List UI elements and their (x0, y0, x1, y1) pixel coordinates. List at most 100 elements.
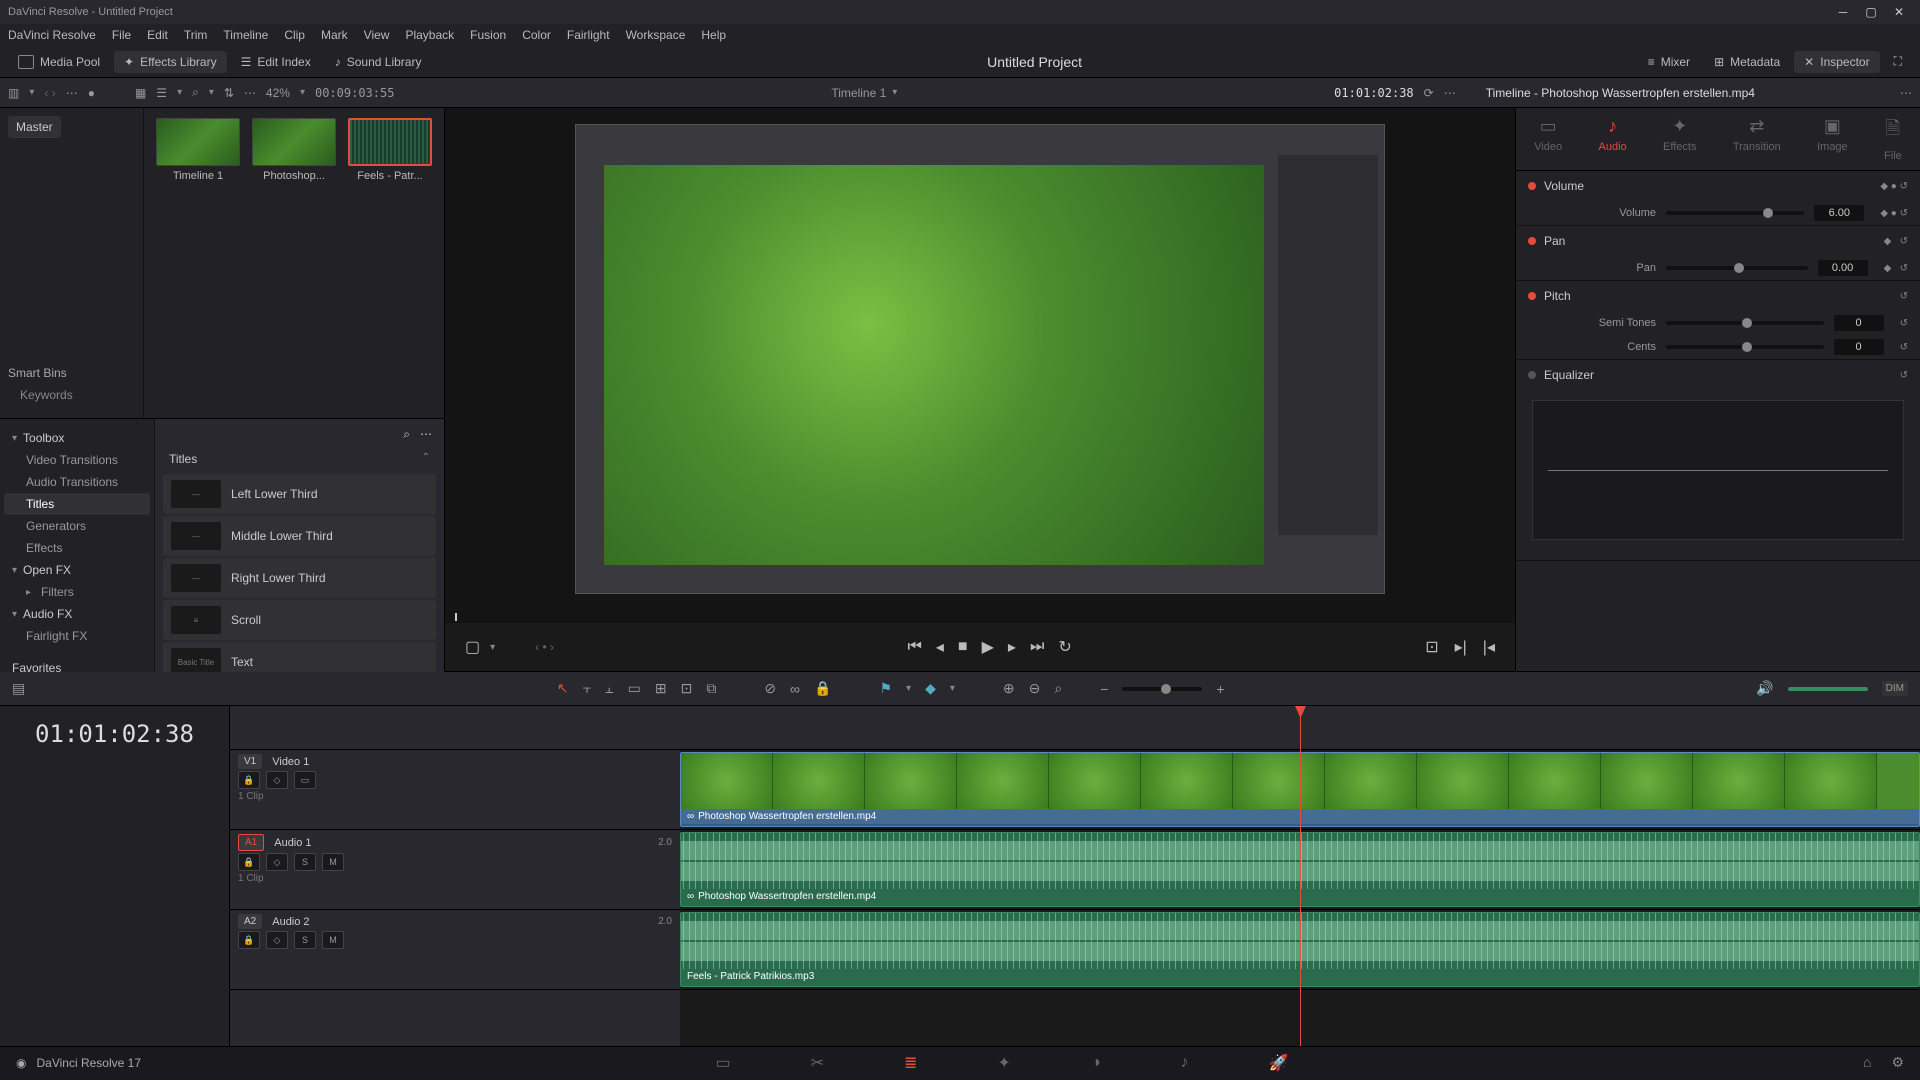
viewer-zoom[interactable]: 42% (266, 86, 290, 100)
mixer-toggle[interactable]: ≡Mixer (1638, 51, 1700, 73)
effects-library-toggle[interactable]: ✦Effects Library (114, 51, 227, 73)
sound-library-toggle[interactable]: ♪Sound Library (325, 51, 432, 73)
stop-button[interactable]: ■ (958, 638, 968, 656)
volume-header[interactable]: Volume◆ ● ↺ (1516, 171, 1920, 201)
play-button[interactable]: ▶ (982, 637, 994, 657)
clip-thumb-timeline[interactable]: Timeline 1 (154, 118, 242, 182)
menu-davinci[interactable]: DaVinci Resolve (8, 28, 96, 42)
smart-bin-keywords[interactable]: Keywords (8, 384, 135, 406)
title-item[interactable]: —Left Lower Third (163, 474, 436, 514)
pitch-header[interactable]: Pitch↺ (1516, 281, 1920, 311)
playhead[interactable] (1300, 706, 1301, 1046)
timeline-timecode[interactable]: 01:01:02:38 (0, 706, 230, 1046)
clip-thumb-audio[interactable]: Feels - Patr... (346, 118, 434, 182)
zoom-tool[interactable]: ⊕ (1003, 680, 1015, 697)
search-icon[interactable]: ⌕ (192, 85, 199, 100)
viewer-canvas[interactable] (445, 108, 1515, 609)
step-back-button[interactable]: ◂ (936, 637, 944, 657)
cents-slider[interactable] (1666, 345, 1824, 349)
menu-trim[interactable]: Trim (184, 28, 208, 42)
fx-cat-titles[interactable]: Titles (4, 493, 150, 515)
equalizer-graph[interactable] (1532, 400, 1904, 540)
chevron-down-icon[interactable]: ▾ (892, 87, 897, 98)
fx-cat-video-transitions[interactable]: Video Transitions (4, 449, 150, 471)
page-fusion[interactable]: ✦ (997, 1053, 1010, 1073)
metadata-toggle[interactable]: ⊞Metadata (1704, 51, 1790, 73)
dots-icon[interactable]: ⋯ (66, 86, 78, 100)
inspector-tab-transition[interactable]: ⇄Transition (1733, 116, 1781, 162)
pan-slider[interactable] (1666, 266, 1808, 270)
dots-icon[interactable]: ⋯ (244, 86, 256, 100)
view-list-icon[interactable]: ☰ (156, 86, 167, 100)
fx-cat-effects[interactable]: Effects (4, 537, 150, 559)
settings-icon[interactable]: ⚙ (1891, 1054, 1904, 1071)
view-grid-icon[interactable]: ▦ (135, 86, 146, 100)
insert-tool[interactable]: ⊞ (655, 680, 667, 697)
zoom-slider[interactable] (1122, 687, 1202, 691)
track-header-v1[interactable]: V1Video 1 🔒◇▭ 1 Clip (230, 750, 680, 830)
fx-cat-filters[interactable]: ▸Filters (4, 581, 150, 603)
solo-button[interactable]: S (294, 853, 316, 871)
lock-icon[interactable]: 🔒 (814, 680, 831, 697)
sync-icon[interactable]: ⟳ (1424, 86, 1434, 100)
page-fairlight[interactable]: ♪ (1181, 1054, 1189, 1072)
clip-thumb-video[interactable]: Photoshop... (250, 118, 338, 182)
home-icon[interactable]: ⌂ (1863, 1054, 1871, 1071)
link-tool[interactable]: ⊘ (764, 680, 776, 697)
search-icon[interactable]: ⌕ (1054, 680, 1062, 697)
match-frame-button[interactable]: ⊡ (1425, 637, 1438, 657)
menu-color[interactable]: Color (522, 28, 551, 42)
step-forward-button[interactable]: ▸ (1008, 637, 1016, 657)
inspector-tab-effects[interactable]: ✦Effects (1663, 116, 1696, 162)
inspector-tab-image[interactable]: ▣Image (1817, 116, 1848, 162)
pan-header[interactable]: Pan◆ ↺ (1516, 226, 1920, 256)
inspector-tab-video[interactable]: ▭Video (1534, 116, 1562, 162)
cents-value[interactable]: 0 (1834, 339, 1884, 355)
dots-icon[interactable]: ⋯ (1444, 86, 1456, 100)
dots-icon[interactable]: ⋯ (420, 427, 432, 442)
flag-icon[interactable]: ⚑ (879, 680, 892, 697)
go-end-button[interactable]: ▸| (1455, 637, 1467, 657)
page-deliver[interactable]: 🚀 (1269, 1053, 1289, 1073)
media-pool-toggle[interactable]: Media Pool (8, 51, 110, 73)
volume-slider[interactable] (1788, 687, 1868, 691)
track-header-a1[interactable]: A1Audio 12.0 🔒◇SM 1 Clip (230, 830, 680, 910)
timeline-options-icon[interactable]: ▤ (12, 680, 25, 697)
menu-timeline[interactable]: Timeline (223, 28, 268, 42)
semitones-value[interactable]: 0 (1834, 315, 1884, 331)
maximize-button[interactable]: ▢ (1858, 2, 1884, 22)
loop-button[interactable]: ↻ (1058, 637, 1071, 657)
title-item[interactable]: —Right Lower Third (163, 558, 436, 598)
menu-file[interactable]: File (112, 28, 131, 42)
menu-help[interactable]: Help (701, 28, 726, 42)
menu-mark[interactable]: Mark (321, 28, 348, 42)
link-icon[interactable]: ∞ (790, 681, 800, 697)
menu-edit[interactable]: Edit (147, 28, 168, 42)
mark-in-icon[interactable]: ▢ (465, 637, 480, 657)
marker-icon[interactable]: ◆ (925, 680, 936, 697)
pan-value[interactable]: 0.00 (1818, 260, 1868, 276)
fx-section-titles[interactable]: Titles⌃ (159, 446, 440, 472)
auto-select-button[interactable]: ◇ (266, 771, 288, 789)
trim-tool[interactable]: ⫟ (583, 680, 591, 697)
fx-cat-audio-transitions[interactable]: Audio Transitions (4, 471, 150, 493)
inspector-toggle[interactable]: ✕Inspector (1794, 51, 1879, 73)
overwrite-tool[interactable]: ⊡ (681, 680, 693, 697)
dots-icon[interactable]: ⋯ (1900, 86, 1912, 100)
fx-cat-toolbox[interactable]: ▾Toolbox (4, 427, 150, 449)
replace-tool[interactable]: ⧉ (706, 680, 716, 697)
fx-cat-fairlightfx[interactable]: Fairlight FX (4, 625, 150, 647)
menu-playback[interactable]: Playback (405, 28, 454, 42)
track-header-a2[interactable]: A2Audio 22.0 🔒◇SM (230, 910, 680, 990)
mute-button[interactable]: M (322, 853, 344, 871)
go-start-button[interactable]: |◂ (1483, 637, 1495, 657)
edit-index-toggle[interactable]: ☰Edit Index (231, 51, 321, 73)
semitones-slider[interactable] (1666, 321, 1824, 325)
auto-select-button[interactable]: ◇ (266, 853, 288, 871)
minimize-button[interactable]: ─ (1830, 2, 1856, 22)
next-clip-button[interactable]: ⏭ (1030, 638, 1044, 656)
lock-icon[interactable]: 🔒 (238, 771, 260, 789)
volume-value[interactable]: 6.00 (1814, 205, 1864, 221)
inspector-tab-audio[interactable]: ♪Audio (1599, 116, 1627, 162)
lock-icon[interactable]: 🔒 (238, 853, 260, 871)
